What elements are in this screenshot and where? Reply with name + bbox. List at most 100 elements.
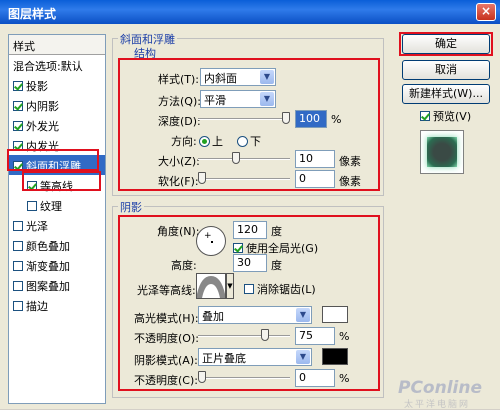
new-style-button[interactable]: 新建样式(W)... [402, 84, 490, 104]
highlight-mode-label: 高光模式(H): [134, 312, 199, 325]
angle-unit: 度 [271, 225, 282, 238]
altitude-input[interactable]: 30 [233, 254, 267, 272]
highlight-frame-bevel [7, 149, 99, 171]
radio-icon[interactable] [237, 136, 248, 147]
checkbox-icon[interactable] [244, 284, 254, 294]
highlight-mode-select[interactable]: 叠加 ▼ [198, 306, 312, 324]
checkbox-icon[interactable] [13, 261, 23, 271]
angle-label: 角度(N): [157, 225, 200, 238]
size-input[interactable]: 10 [295, 150, 335, 168]
soften-label: 软化(F): [158, 175, 199, 188]
watermark-logo: PConline [398, 378, 483, 398]
highlight-mode-value: 叠加 [202, 310, 224, 323]
chevron-down-icon[interactable]: ▼ [296, 350, 310, 364]
highlight-color-swatch[interactable] [322, 306, 348, 323]
highlight-opacity-label: 不透明度(O): [134, 332, 199, 345]
checkbox-icon[interactable] [27, 201, 37, 211]
highlight-opacity-slider[interactable] [198, 329, 290, 343]
preview-swatch [427, 137, 457, 167]
chevron-down-icon[interactable]: ▼ [260, 70, 274, 84]
gloss-contour-label: 光泽等高线: [137, 284, 196, 297]
style-item-label: 投影 [26, 80, 48, 93]
technique-label: 方法(Q): [158, 95, 201, 108]
antialias-checkbox[interactable]: 消除锯齿(L) [244, 281, 316, 297]
slider-thumb[interactable] [232, 152, 240, 164]
style-select[interactable]: 内斜面 ▼ [200, 68, 276, 86]
checkbox-checked-icon[interactable] [13, 121, 23, 131]
preview-thumbnail [420, 130, 464, 174]
layer-style-dialog: 图层样式 × 样式 混合选项:默认 投影 内阴影 外发光 内发光 斜面和浮雕 等高线 纹理光… [0, 0, 500, 410]
close-button[interactable]: × [476, 3, 496, 21]
shadow-color-swatch[interactable] [322, 348, 348, 365]
style-item[interactable]: 内阴影 [9, 95, 105, 115]
highlight-frame-contour [22, 171, 101, 191]
highlight-opacity-input[interactable]: 75 [295, 327, 335, 345]
technique-select[interactable]: 平滑 ▼ [200, 90, 276, 108]
style-select-value: 内斜面 [204, 72, 237, 85]
direction-up-label: 上 [212, 135, 223, 148]
shadow-mode-value: 正片叠底 [202, 352, 246, 365]
checkbox-checked-icon[interactable] [233, 243, 243, 253]
direction-label: 方向: [171, 135, 197, 148]
style-item[interactable]: 纹理 [9, 195, 105, 215]
cancel-button[interactable]: 取消 [402, 60, 490, 80]
soften-input[interactable]: 0 [295, 170, 335, 188]
style-item[interactable]: 描边 [9, 295, 105, 315]
title-bar: 图层样式 × [0, 0, 500, 24]
style-item-label: 内阴影 [26, 100, 59, 113]
style-item-label: 图案叠加 [26, 280, 70, 293]
size-slider[interactable] [198, 152, 290, 166]
style-item[interactable]: 光泽 [9, 215, 105, 235]
preview-label: 预览(V) [433, 110, 472, 123]
shadow-opacity-input[interactable]: 0 [295, 369, 335, 387]
gloss-contour-picker[interactable] [196, 273, 226, 299]
shadow-opacity-slider[interactable] [198, 371, 290, 385]
checkbox-icon[interactable] [13, 301, 23, 311]
depth-input[interactable]: 100 [295, 110, 327, 128]
angle-dial[interactable]: + [196, 226, 226, 256]
chevron-down-icon[interactable]: ▼ [260, 92, 274, 106]
checkbox-icon[interactable] [13, 221, 23, 231]
angle-input[interactable]: 120 [233, 221, 267, 239]
styles-header[interactable]: 样式 [9, 35, 105, 55]
direction-up-radio[interactable]: 上 [199, 133, 223, 149]
style-item[interactable]: 投影 [9, 75, 105, 95]
slider-thumb[interactable] [198, 172, 206, 184]
checkbox-icon[interactable] [13, 241, 23, 251]
depth-unit: % [331, 113, 342, 126]
size-label: 大小(Z): [158, 155, 200, 168]
checkbox-checked-icon[interactable] [420, 111, 430, 121]
technique-select-value: 平滑 [204, 94, 226, 107]
shadow-mode-label: 阴影模式(A): [134, 354, 198, 367]
blend-options-item[interactable]: 混合选项:默认 [9, 55, 105, 75]
dialog-title: 图层样式 [8, 7, 57, 21]
radio-selected-icon[interactable] [199, 136, 210, 147]
style-item-label: 纹理 [40, 200, 62, 213]
direction-down-radio[interactable]: 下 [237, 133, 261, 149]
slider-thumb[interactable] [261, 329, 269, 341]
style-item[interactable]: 外发光 [9, 115, 105, 135]
slider-thumb[interactable] [282, 112, 290, 124]
style-item[interactable]: 渐变叠加 [9, 255, 105, 275]
slider-thumb[interactable] [198, 371, 206, 383]
depth-label: 深度(D): [158, 115, 201, 128]
altitude-unit: 度 [271, 259, 282, 272]
style-item[interactable]: 图案叠加 [9, 275, 105, 295]
checkbox-checked-icon[interactable] [13, 101, 23, 111]
depth-slider[interactable] [198, 112, 290, 126]
checkbox-icon[interactable] [13, 281, 23, 291]
chevron-down-icon[interactable]: ▼ [226, 273, 234, 299]
shading-title: 阴影 [118, 199, 144, 215]
soften-slider[interactable] [198, 172, 290, 186]
checkbox-checked-icon[interactable] [13, 81, 23, 91]
shadow-mode-select[interactable]: 正片叠底 ▼ [198, 348, 312, 366]
soften-unit: 像素 [339, 175, 361, 188]
shadow-opacity-unit: % [339, 372, 350, 385]
crosshair-icon: + [204, 231, 212, 241]
shadow-opacity-label: 不透明度(C): [134, 374, 198, 387]
style-item-label: 描边 [26, 300, 48, 313]
chevron-down-icon[interactable]: ▼ [296, 308, 310, 322]
style-item[interactable]: 颜色叠加 [9, 235, 105, 255]
watermark-subtitle: 太平洋电脑网 [404, 400, 471, 410]
preview-checkbox[interactable]: 预览(V) [420, 108, 471, 124]
